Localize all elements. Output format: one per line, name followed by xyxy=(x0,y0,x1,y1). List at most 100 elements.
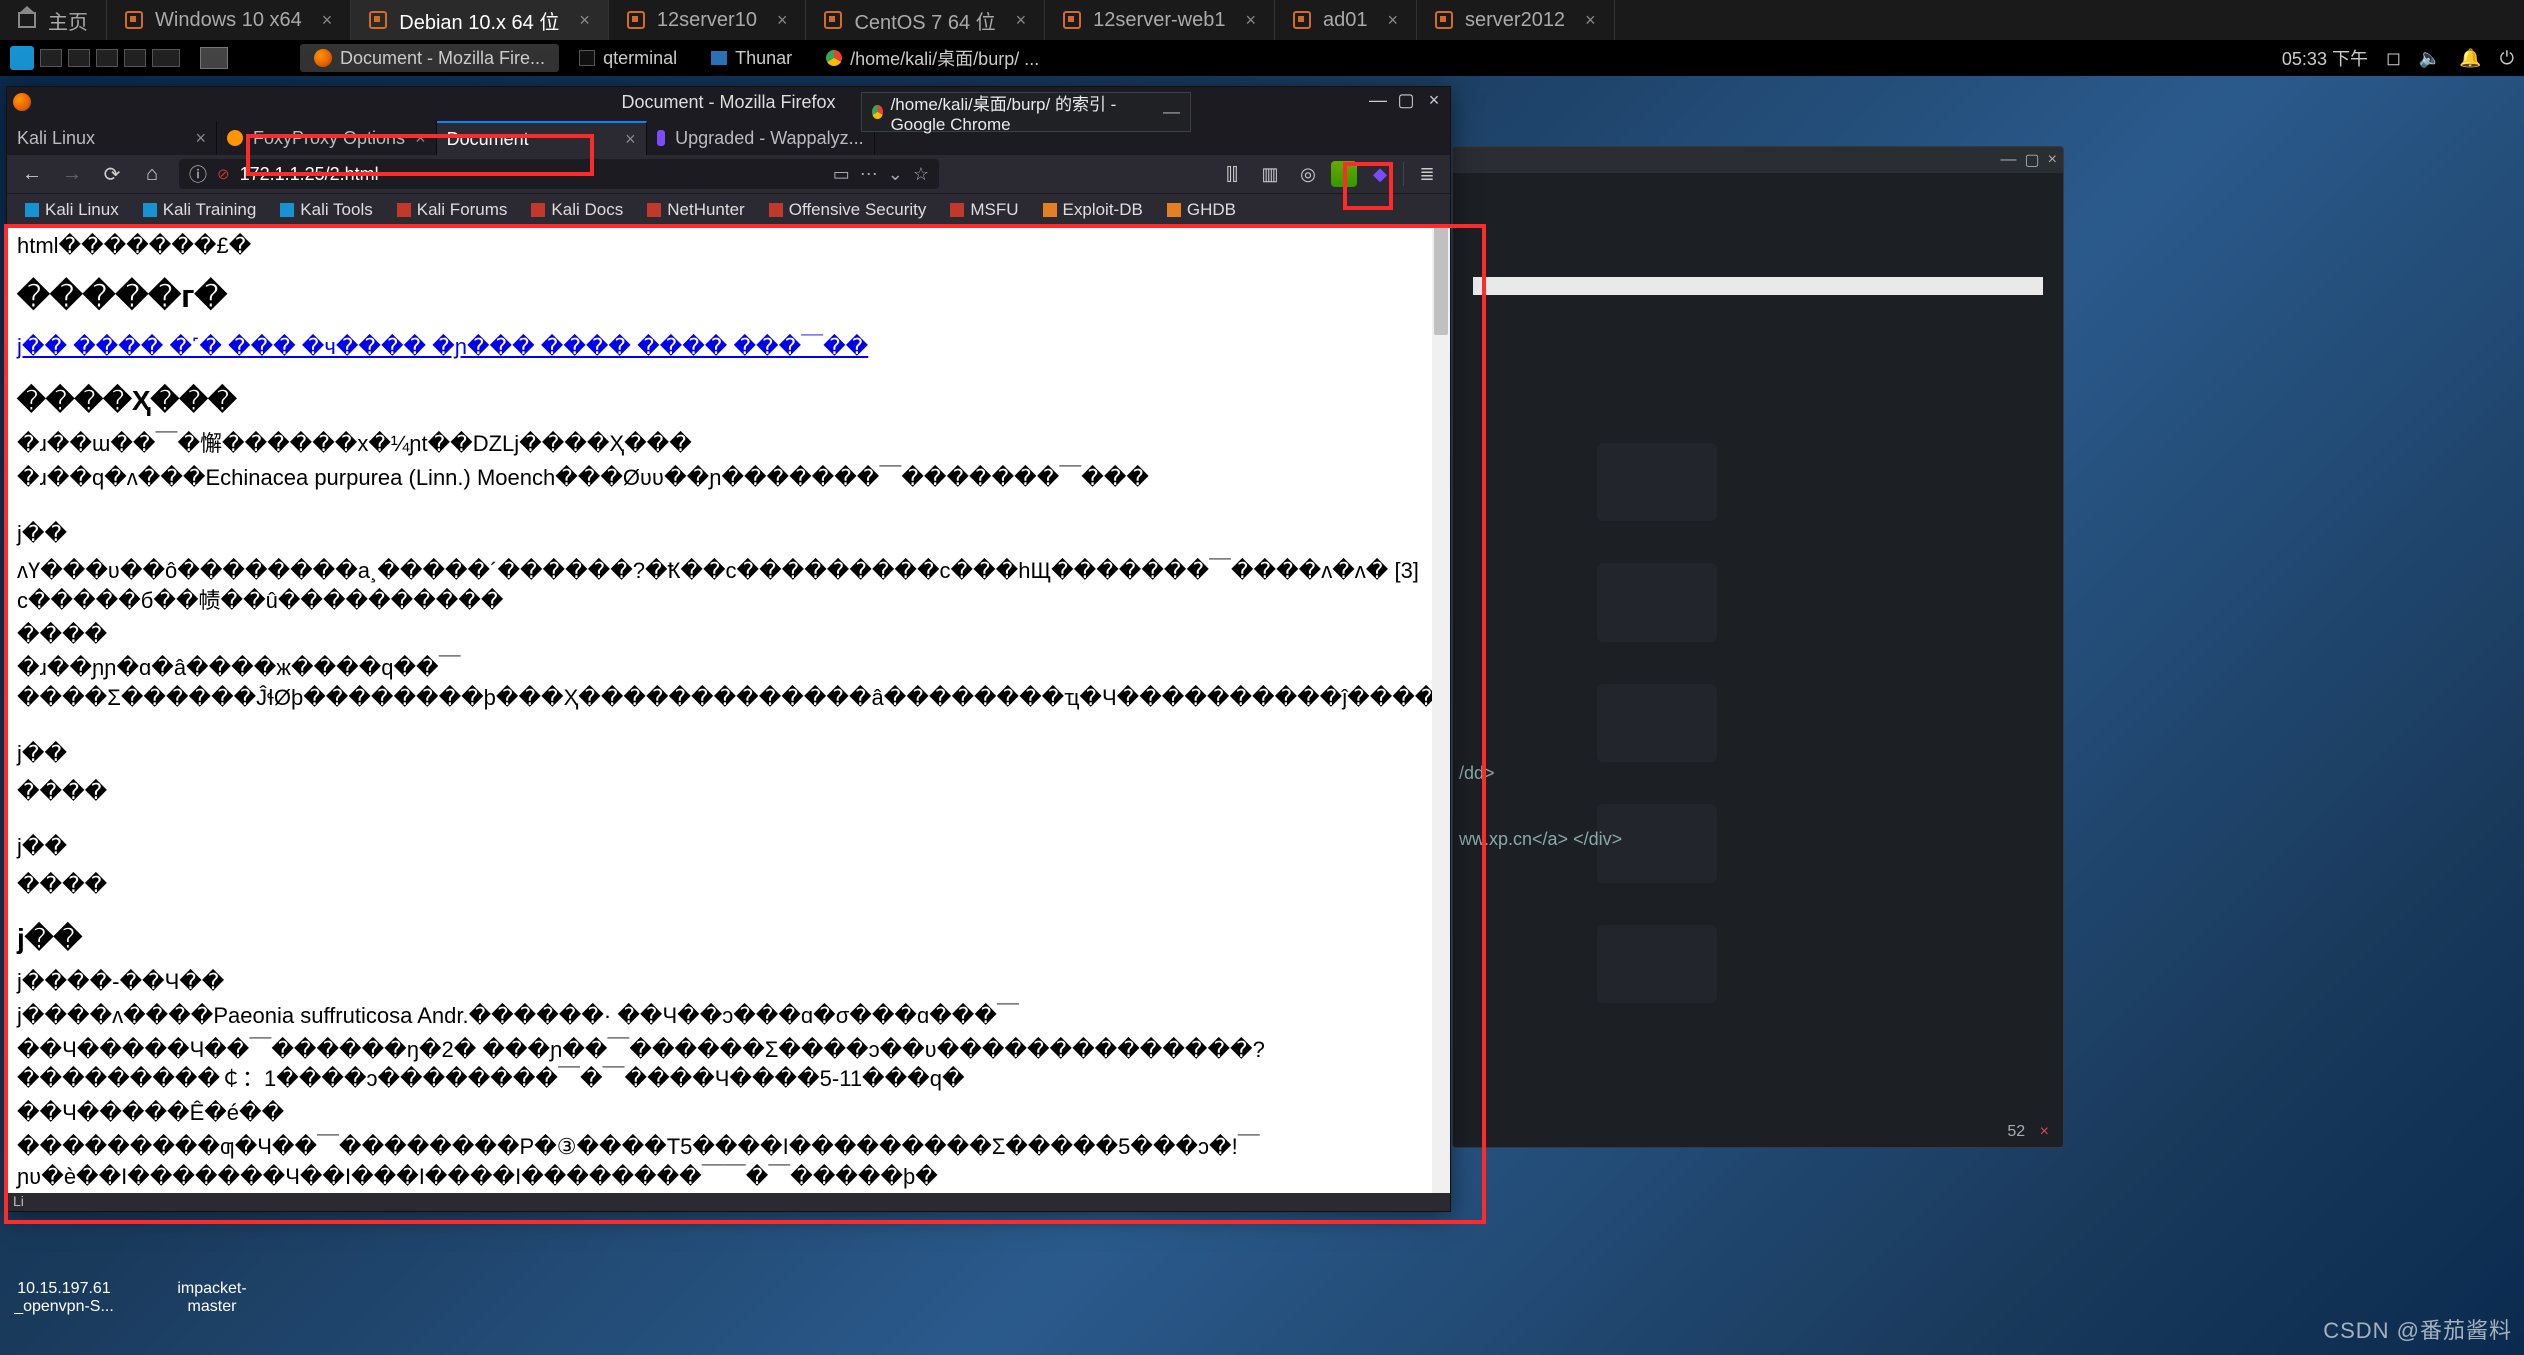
browser-tab-wappalyzer[interactable]: Upgraded - Wappalyz... xyxy=(647,121,875,155)
close-icon[interactable]: × xyxy=(1245,10,1256,31)
vm-tab-centos[interactable]: CentOS 7 64 位 × xyxy=(806,0,1045,40)
wappalyzer-extension-icon[interactable]: ◆ xyxy=(1365,160,1395,188)
bg-footer-close-icon[interactable]: × xyxy=(2040,1123,2049,1140)
show-desktop-icon[interactable] xyxy=(200,47,228,69)
workspace-4-icon[interactable] xyxy=(124,49,146,67)
chrome-min-icon[interactable]: — xyxy=(1163,102,1180,122)
bookmark-kali-forums[interactable]: Kali Forums xyxy=(387,197,518,223)
vm-tab-label: Debian 10.x 64 位 xyxy=(399,6,559,35)
reload-button[interactable]: ⟳ xyxy=(95,159,129,189)
file-label: 10.15.197.61 xyxy=(14,1280,114,1298)
forward-button[interactable]: → xyxy=(55,159,89,189)
bg-close-icon[interactable]: × xyxy=(2048,151,2057,169)
page-line: �ɹ��ɯ��￣�懈������x�¼ɲt��DZLj����Ҳ��� xyxy=(17,429,1440,459)
pocket-icon[interactable]: ⌄ xyxy=(888,164,903,185)
taskbar-app-qterminal[interactable]: qterminal xyxy=(565,44,691,72)
minimize-button[interactable]: — xyxy=(1366,89,1390,111)
bookmark-msfu[interactable]: MSFU xyxy=(940,197,1028,223)
tab-close-icon[interactable]: × xyxy=(625,129,636,150)
reader-mode-icon[interactable]: ▭ xyxy=(833,164,850,185)
close-icon[interactable]: × xyxy=(1387,10,1398,31)
vm-tab-ad01[interactable]: ad01 × xyxy=(1275,0,1417,40)
vm-tab-debian[interactable]: Debian 10.x 64 位 × xyxy=(351,0,609,40)
home-button[interactable]: ⌂ xyxy=(135,159,169,189)
close-icon[interactable]: × xyxy=(777,10,788,31)
bg-minimize-icon[interactable]: — xyxy=(2001,151,2017,169)
workspace-3-icon[interactable] xyxy=(96,49,118,67)
hamburger-menu-button[interactable]: ≣ xyxy=(1412,160,1442,188)
maximize-button[interactable]: ▢ xyxy=(1394,89,1418,111)
chrome-icon xyxy=(826,50,842,66)
vm-tab-12server10[interactable]: 12server10 × xyxy=(609,0,807,40)
browser-tab-kali-linux[interactable]: Kali Linux × xyxy=(7,121,217,155)
sidebar-button[interactable]: ▥ xyxy=(1255,160,1285,188)
bookmark-offensive-security[interactable]: Offensive Security xyxy=(759,197,937,223)
page-line: ���� xyxy=(17,777,1440,807)
desktop-icons: 10.15.197.61 _openvpn-S... impacket- mas… xyxy=(14,1228,262,1316)
workspace-1-icon[interactable] xyxy=(40,49,62,67)
vm-tab-home[interactable]: 主页 xyxy=(0,0,107,40)
desktop-folder-impacket[interactable]: impacket- master xyxy=(162,1228,262,1316)
bookmark-kali-linux[interactable]: Kali Linux xyxy=(15,197,129,223)
tab-close-icon[interactable]: × xyxy=(415,128,426,149)
firefox-titlebar: Document - Mozilla Firefox — ▢ × xyxy=(7,87,1450,117)
taskbar-app-firefox[interactable]: Document - Mozilla Fire... xyxy=(300,44,559,72)
bookmark-ghdb[interactable]: GHDB xyxy=(1157,197,1246,223)
close-icon[interactable]: × xyxy=(579,10,590,31)
close-icon[interactable]: × xyxy=(1016,10,1027,31)
bookmark-exploit-db[interactable]: Exploit-DB xyxy=(1033,197,1153,223)
tray-square-icon[interactable]: ◻ xyxy=(2386,48,2401,69)
tray-volume-icon[interactable]: 🔈 xyxy=(2419,48,2441,69)
vm-tab-12server-web1[interactable]: 12server-web1 × xyxy=(1045,0,1275,40)
page-link[interactable]: j�� ���� �˹� ��� �ч���� �ɲ��� ���� ���� … xyxy=(17,334,868,359)
insecure-icon: ⊘ xyxy=(217,165,230,183)
vm-tab-label: 主页 xyxy=(48,6,88,35)
tab-close-icon[interactable]: × xyxy=(195,128,206,149)
tray-notifications-icon[interactable]: 🔔 xyxy=(2459,48,2481,69)
scrollbar-thumb[interactable] xyxy=(1434,225,1448,335)
bookmark-icon xyxy=(143,203,157,217)
library-button[interactable]: ⫿⫿ xyxy=(1217,160,1247,188)
vm-tab-label: server2012 xyxy=(1465,9,1565,32)
foxyproxy-extension-icon[interactable] xyxy=(1331,161,1357,187)
back-button[interactable]: ← xyxy=(15,159,49,189)
bookmark-nethunter[interactable]: NetHunter xyxy=(637,197,754,223)
desktop-file-openvpn[interactable]: 10.15.197.61 _openvpn-S... xyxy=(14,1228,114,1316)
kali-taskbar: Document - Mozilla Fire... qterminal Thu… xyxy=(0,40,2524,76)
tray-power-icon[interactable]: ⏻ xyxy=(2500,48,2514,69)
bookmark-kali-training[interactable]: Kali Training xyxy=(133,197,267,223)
background-editor-window: — ▢ × /dd> ww.xp.cn</a> </div> 52 × xyxy=(1452,146,2064,1148)
bookmark-kali-tools[interactable]: Kali Tools xyxy=(270,197,382,223)
page-actions-icon[interactable]: ⋯ xyxy=(860,164,878,185)
bookmark-label: Kali Forums xyxy=(417,200,508,220)
foxyproxy-icon xyxy=(227,130,243,146)
kali-menu-icon[interactable] xyxy=(10,46,34,70)
taskbar-app-chrome[interactable]: /home/kali/桌面/burp/ ... xyxy=(812,44,1053,72)
page-line: j����-��Ч�� xyxy=(17,967,1440,997)
site-info-icon[interactable]: ⓘ xyxy=(189,161,207,187)
bookmark-star-icon[interactable]: ☆ xyxy=(913,164,929,185)
close-icon[interactable]: × xyxy=(1585,10,1596,31)
bookmark-icon xyxy=(950,203,964,217)
browser-tab-foxyproxy[interactable]: FoxyProxy Options × xyxy=(217,121,437,155)
url-input[interactable] xyxy=(240,164,527,185)
bg-maximize-icon[interactable]: ▢ xyxy=(2025,150,2040,170)
bookmark-kali-docs[interactable]: Kali Docs xyxy=(521,197,633,223)
workspace-wide-icon[interactable] xyxy=(152,49,180,67)
bookmark-label: MSFU xyxy=(970,200,1018,220)
wappalyzer-icon xyxy=(657,130,666,146)
browser-tab-document[interactable]: Document × xyxy=(437,121,647,155)
bg-window-footer: 52 × xyxy=(2007,1123,2049,1141)
url-bar[interactable]: ⓘ ⊘ ▭ ⋯ ⌄ ☆ xyxy=(179,159,939,189)
close-icon[interactable]: × xyxy=(322,10,333,31)
taskbar-app-thunar[interactable]: Thunar xyxy=(697,44,806,72)
chrome-window-titlebar[interactable]: /home/kali/桌面/burp/ 的索引 - Google Chrome … xyxy=(861,92,1191,132)
vm-tab-win10[interactable]: Windows 10 x64 × xyxy=(107,0,351,40)
scrollbar[interactable] xyxy=(1432,225,1450,1193)
files-icon xyxy=(711,51,727,65)
close-button[interactable]: × xyxy=(1422,89,1446,111)
firefox-status-bar: Li xyxy=(7,1193,37,1211)
vm-tab-server2012[interactable]: server2012 × xyxy=(1417,0,1615,40)
account-button[interactable]: ◎ xyxy=(1293,160,1323,188)
workspace-2-icon[interactable] xyxy=(68,49,90,67)
